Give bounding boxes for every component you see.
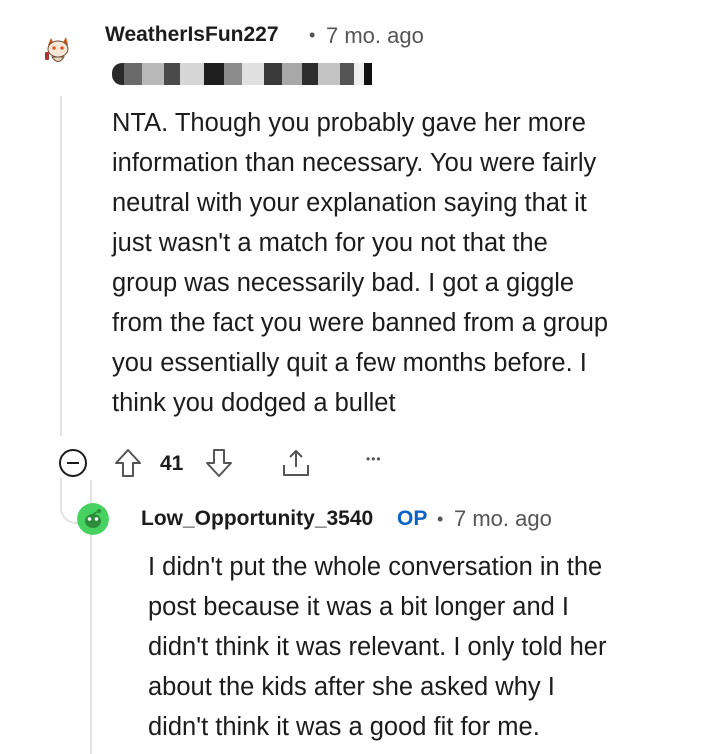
comment2-separator: • (437, 509, 444, 529)
collapse-icon[interactable] (57, 447, 89, 479)
vote-count: 41 (160, 452, 184, 475)
redacted-flair (112, 63, 372, 85)
op-badge: OP (397, 507, 428, 530)
comment1-timestamp: 7 mo. ago (326, 23, 424, 48)
comment2-body: I didn't put the whole conversation in t… (148, 553, 607, 741)
snoo-avatar-icon[interactable] (40, 32, 76, 68)
upvote-icon[interactable] (112, 446, 144, 480)
comment2-timestamp: 7 mo. ago (454, 506, 552, 531)
comment2-username[interactable]: Low_Opportunity_3540 (141, 507, 373, 531)
thread-line-comment1 (60, 96, 62, 436)
comment1-separator: • (309, 25, 316, 45)
share-icon[interactable] (278, 446, 314, 480)
snoo-green-avatar-icon[interactable] (77, 503, 109, 535)
comment1-username[interactable]: WeatherIsFun227 (105, 23, 279, 47)
more-options-icon[interactable]: ••• (366, 452, 382, 466)
downvote-icon[interactable] (203, 446, 235, 480)
comment1-body: NTA. Though you probably gave her more i… (112, 109, 609, 417)
